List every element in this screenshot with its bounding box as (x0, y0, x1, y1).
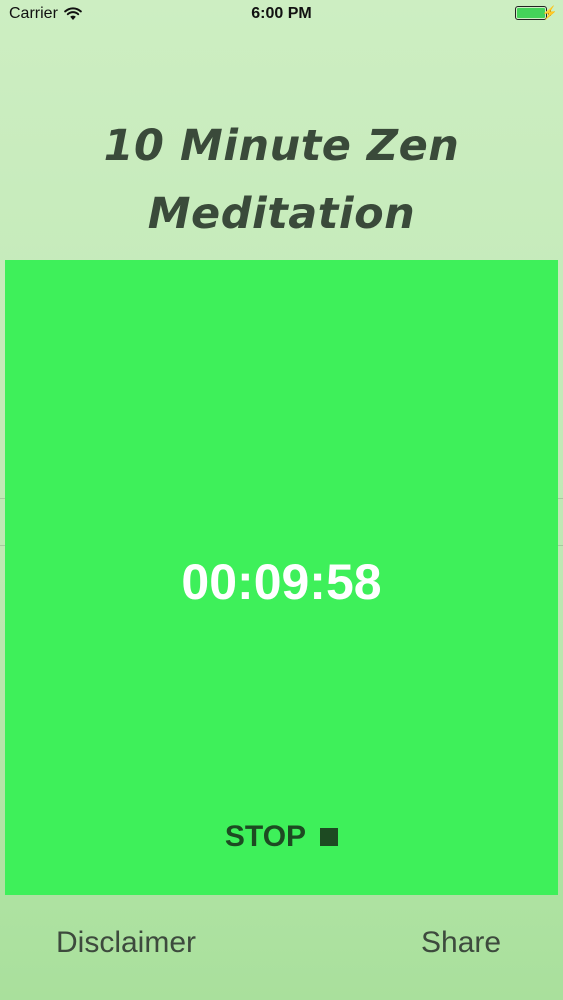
page-title: 10 Minute Zen Meditation (0, 112, 563, 248)
disclaimer-button[interactable]: Disclaimer (56, 926, 196, 960)
status-bar: Carrier 6:00 PM ⚡ (0, 0, 563, 30)
countdown-timer: 00:09:58 (181, 554, 382, 610)
battery-level (517, 8, 545, 18)
charging-bolt-icon: ⚡ (541, 5, 558, 20)
share-button[interactable]: Share (421, 926, 501, 960)
stop-label: STOP (224, 820, 307, 853)
title-line-2: Meditation (147, 189, 416, 239)
stop-button[interactable]: STOP (0, 820, 563, 854)
title-line-1: 10 Minute Zen (103, 121, 460, 171)
status-time: 6:00 PM (251, 5, 312, 22)
stop-icon (320, 828, 339, 846)
